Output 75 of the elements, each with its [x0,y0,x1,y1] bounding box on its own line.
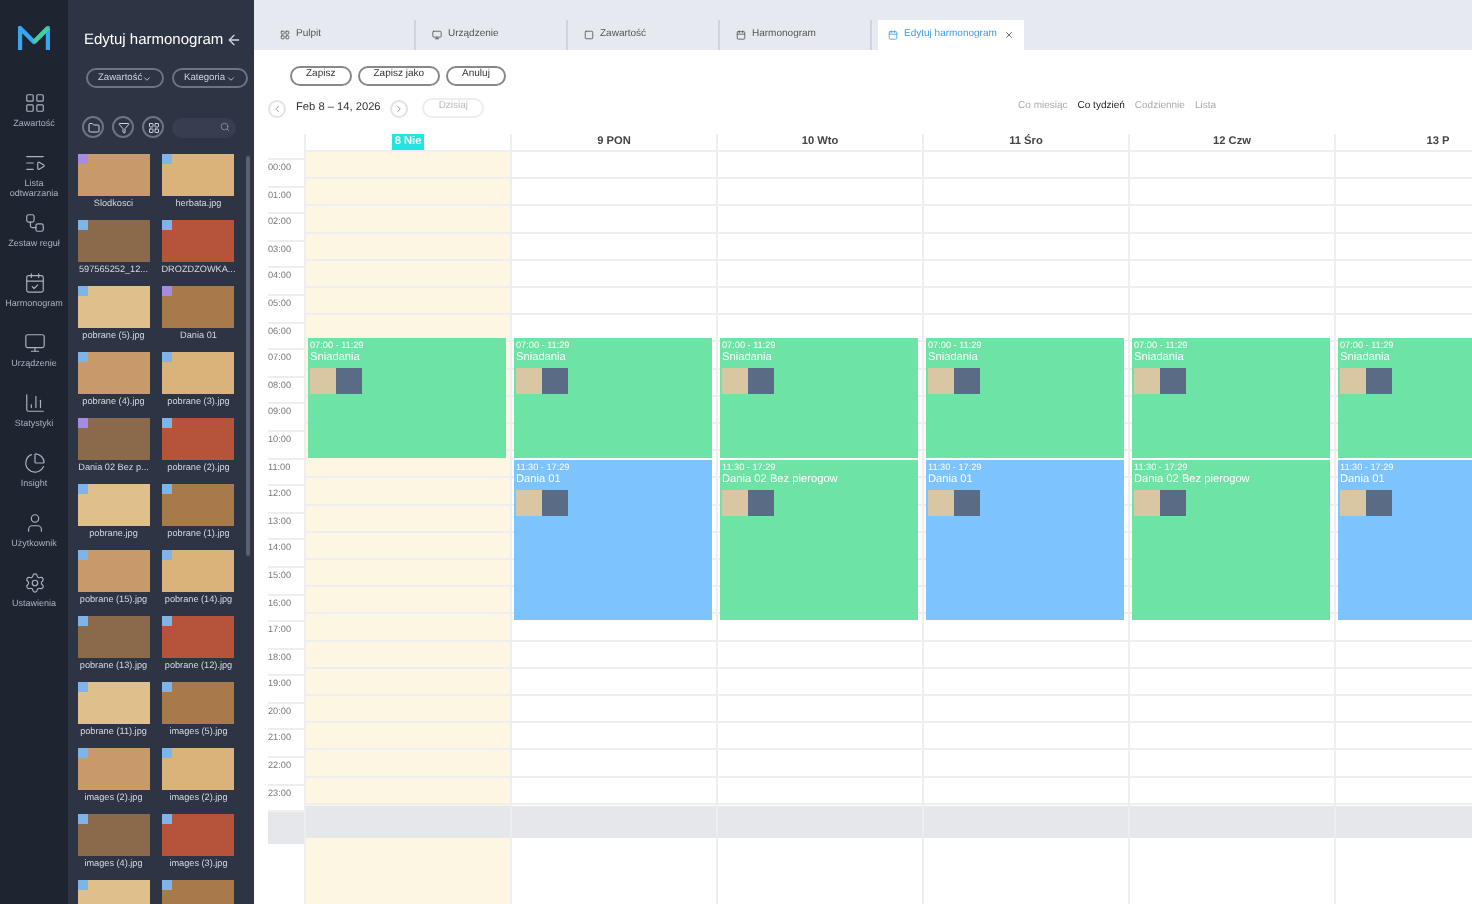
caret-icon [142,73,152,84]
image-badge-icon [162,616,173,627]
image-badge-icon [162,220,173,231]
photo-placeholder [1134,489,1160,516]
image-badge-icon [77,880,88,891]
calendar-icon [736,30,746,40]
image-badge-icon [77,484,88,495]
settings-icon [23,572,45,594]
photo-placeholder [1340,489,1366,516]
search-icon [220,122,230,133]
image-badge-icon [77,616,88,627]
image-badge-icon [162,154,173,165]
grid-icon [147,121,159,134]
playlist-badge-icon [77,418,88,429]
photo-placeholder [954,489,980,516]
monitor-icon [23,332,45,354]
photo-placeholder [516,489,542,516]
image-badge-icon [162,880,173,891]
flow-icon [23,212,45,234]
image-badge-icon [77,286,88,297]
folder-button[interactable] [82,116,104,139]
back-arrow-icon[interactable] [226,31,242,48]
image-badge-icon [162,814,173,825]
calendar-icon [888,30,898,40]
photo-placeholder [1134,367,1160,394]
photo-placeholder [336,367,362,394]
bar-chart-icon [23,392,45,414]
photo-placeholder [748,489,774,516]
photo-placeholder [542,489,568,516]
image-badge-icon [77,550,88,561]
photo-placeholder [1160,489,1186,516]
photo-placeholder [542,367,568,394]
pie-chart-icon [23,452,45,474]
playlist-badge-icon [77,154,88,165]
playlist-icon [23,152,45,174]
photo-placeholder [928,489,954,516]
user-icon [23,512,45,534]
calendar-icon [23,272,45,294]
image-badge-icon [162,748,173,759]
chevron-left-icon [272,103,282,113]
image-badge-icon [77,220,88,231]
photo-placeholder [1366,367,1392,394]
photo-placeholder [748,367,774,394]
filter-button[interactable] [112,116,134,139]
monitor-icon [432,30,442,40]
grid-icon [23,92,45,114]
image-badge-icon [162,418,173,429]
image-badge-icon [77,682,88,693]
image-badge-icon [162,352,173,363]
photo-placeholder [954,367,980,394]
photo-placeholder [1366,489,1392,516]
caret-icon [225,73,236,84]
image-badge-icon [77,814,88,825]
photo-placeholder [928,367,954,394]
photo-placeholder [722,367,748,394]
search-field[interactable] [172,117,236,138]
image-badge-icon [77,352,88,363]
filter-icon [117,121,129,134]
image-badge-icon [162,550,173,561]
image-badge-icon [162,682,173,693]
logo-icon [18,26,50,52]
photo-placeholder [310,367,336,394]
scrollbar-thumb[interactable] [246,156,250,556]
photo-placeholder [516,367,542,394]
chevron-right-icon [394,103,405,113]
grid-icon [280,30,290,40]
playlist-badge-icon [162,286,173,297]
photo-placeholder [722,489,748,516]
image-badge-icon [77,748,88,759]
grid-view-button[interactable] [142,116,164,139]
folder-icon [87,121,99,134]
square-icon [584,30,594,40]
image-badge-icon [162,484,173,495]
photo-placeholder [1340,367,1366,394]
photo-placeholder [1160,367,1186,394]
